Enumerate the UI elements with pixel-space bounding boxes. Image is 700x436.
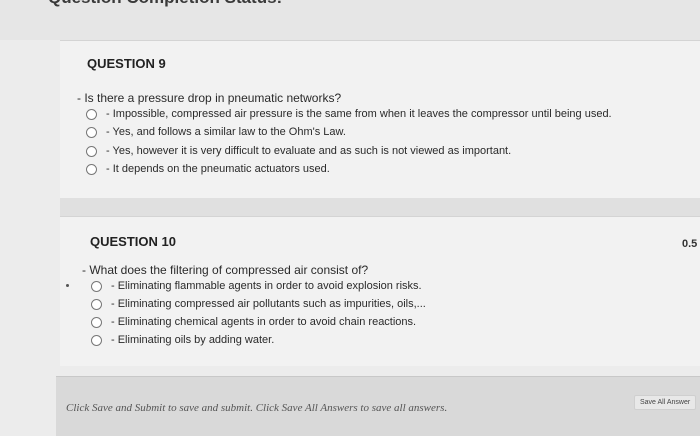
radio-button[interactable]: [91, 280, 102, 292]
option-label: - Eliminating flammable agents in order …: [111, 280, 422, 292]
question-10-option-3[interactable]: - Eliminating chemical agents in order t…: [91, 316, 416, 328]
question-10-prompt: - What does the filtering of compressed …: [82, 263, 369, 277]
question-9-prompt: - Is there a pressure drop in pneumatic …: [77, 91, 342, 105]
question-9-option-2[interactable]: - Yes, and follows a similar law to the …: [86, 126, 346, 138]
question-9-option-3[interactable]: - Yes, however it is very difficult to e…: [86, 145, 511, 157]
question-10-option-2[interactable]: - Eliminating compressed air pollutants …: [91, 298, 426, 310]
question-10-title: QUESTION 10: [90, 234, 176, 249]
option-label: - Impossible, compressed air pressure is…: [106, 108, 612, 120]
radio-button[interactable]: [91, 316, 102, 328]
footer-instruction: Click Save and Submit to save and submit…: [66, 402, 448, 414]
radio-button[interactable]: [86, 163, 97, 175]
question-9-option-4[interactable]: - It depends on the pneumatic actuators …: [86, 163, 330, 175]
header-bar: Question Completion Status:: [0, 0, 700, 40]
option-label: - Eliminating chemical agents in order t…: [111, 316, 417, 328]
option-label: - It depends on the pneumatic actuators …: [106, 163, 330, 175]
question-9-title: QUESTION 9: [87, 56, 166, 71]
radio-button[interactable]: [91, 298, 102, 310]
question-separator: [60, 198, 700, 216]
footer-bar: Click Save and Submit to save and submit…: [56, 376, 700, 436]
question-10-block: QUESTION 10 0.5 - What does the filterin…: [60, 216, 700, 366]
option-label: - Yes, and follows a similar law to the …: [106, 126, 346, 138]
question-9-block: QUESTION 9 0 - Is there a pressure drop …: [60, 40, 700, 198]
option-label: - Eliminating oils by adding water.: [111, 334, 275, 346]
option-label: - Eliminating compressed air pollutants …: [111, 298, 426, 310]
radio-button[interactable]: [86, 145, 97, 157]
question-10-option-1[interactable]: - Eliminating flammable agents in order …: [91, 280, 422, 292]
question-10-points: 0.5: [682, 238, 698, 250]
radio-button[interactable]: [86, 126, 97, 138]
save-all-answers-button[interactable]: Save All Answer: [634, 395, 697, 410]
option-label: - Yes, however it is very difficult to e…: [106, 145, 512, 157]
question-10-option-4[interactable]: - Eliminating oils by adding water.: [91, 334, 274, 346]
radio-button[interactable]: [86, 108, 97, 120]
question-9-option-1[interactable]: - Impossible, compressed air pressure is…: [86, 108, 612, 120]
radio-button[interactable]: [91, 334, 102, 346]
completion-status-label: Question Completion Status:: [48, 0, 282, 8]
question-marker-dot: [66, 284, 69, 287]
